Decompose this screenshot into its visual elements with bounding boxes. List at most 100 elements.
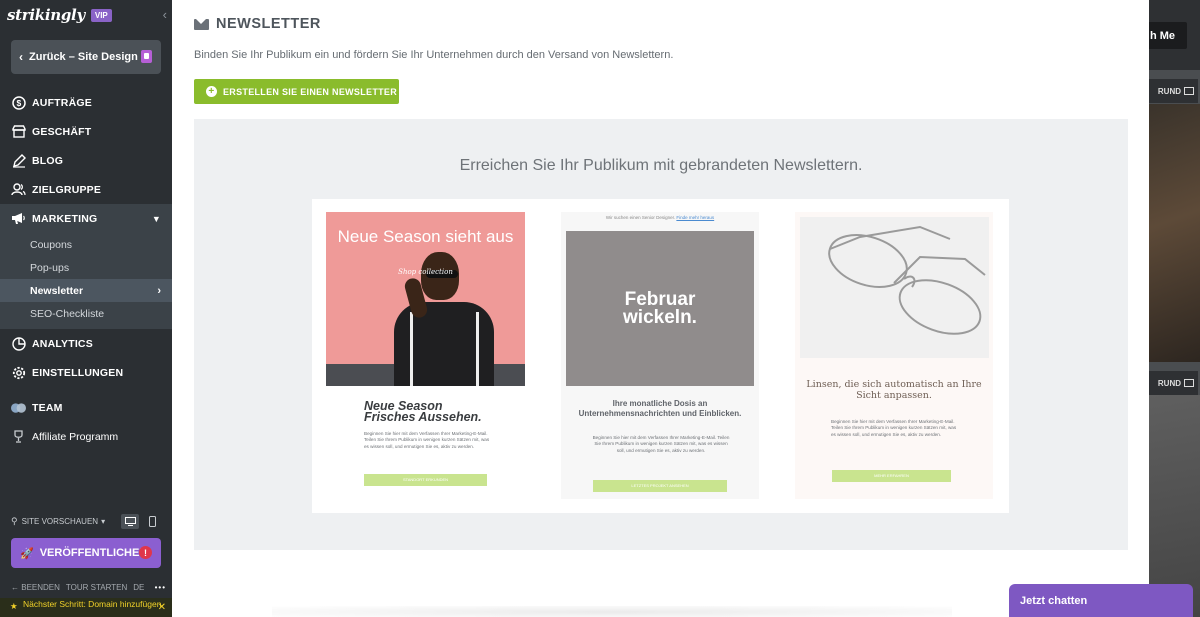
next-step-text: Nächster Schritt: Domain hinzufügen [23,599,162,609]
newsletter-template-fashion: Neue Season sieht aus Shop collection Ne… [326,212,525,499]
hero-subline: Shop collection [398,268,453,276]
sidebar-item-label: MARKETING [32,212,98,225]
panel-header: NEWSLETTER [194,16,321,32]
image-icon [1184,379,1194,387]
star-icon: ★ [10,601,18,611]
card-button: MEHR ERFAHREN [832,470,951,482]
card-title: Ihre monatliche Dosis an Unternehmensnac… [578,399,742,418]
card-button: STANDORT ERKUNDEN [364,474,487,486]
card-title: Linsen, die sich automatisch an Ihre Sic… [806,379,982,401]
sidebar-item-einstellungen[interactable]: EINSTELLUNGEN [0,358,172,387]
panel-description: Binden Sie Ihr Publikum ein und fördern … [194,49,674,61]
background-edit-tag[interactable]: RUND [1149,371,1198,395]
card-body-text: Beginnen Sie hier mit dem Verfassen Ihre… [592,435,730,453]
back-to-site-design-button[interactable]: ‹ Zurück – Site Design [11,40,161,74]
svg-text:$: $ [16,98,21,108]
sidebar-item-label: GESCHÄFT [32,125,92,138]
team-icon [11,400,26,415]
exit-link[interactable]: ← BEENDEN [11,583,60,592]
sidebar-item-analytics[interactable]: ANALYTICS [0,329,172,358]
newsletter-template-monthly: Wir suchen einen Senior Designer. Finde … [561,212,759,499]
sidebar-item-geschaeft[interactable]: GESCHÄFT [0,117,172,146]
language-link[interactable]: DE [133,583,144,592]
sidebar-item-label: BLOG [32,154,64,167]
exit-label: BEENDEN [21,583,60,592]
chevron-down-icon: ▼ [151,213,161,224]
sidebar-item-label: AUFTRÄGE [32,96,92,109]
vip-badge: VIP [90,8,112,22]
sidebar-subitem-seo-checkliste[interactable]: SEO-Checkliste [0,302,172,325]
sidebar-item-marketing[interactable]: MARKETING ▼ [0,204,172,233]
newsletter-template-glasses: Linsen, die sich automatisch an Ihre Sic… [795,212,993,499]
site-preview-background: h Me RUND RUND [1139,0,1200,617]
create-newsletter-button[interactable]: + ERSTELLEN SIE EINEN NEWSLETTER [194,79,399,104]
sidebar-footer: ← BEENDEN TOUR STARTEN DE ••• [11,583,166,592]
card-title: Neue Season Frisches Aussehen. [364,400,482,424]
glasses-image [800,217,989,358]
sidebar-item-affiliate[interactable]: Affiliate Programm [0,422,172,451]
card-body-text: Beginnen Sie hier mit dem Verfassen Ihre… [831,419,957,437]
sidebar-item-team[interactable]: TEAM [0,393,172,422]
megaphone-icon [11,211,26,226]
top-bar-link: Finde mehr heraus [676,215,715,220]
collapse-sidebar-icon[interactable]: ‹ [163,7,167,22]
bottom-shadow [272,606,952,617]
sidebar-nav: $ AUFTRÄGE GESCHÄFT BLOG ZIELGRUPPE MARK… [0,88,172,451]
chat-widget-button[interactable]: Jetzt chatten [1009,584,1193,617]
card-top-bar: Wir suchen einen Senior Designer. Finde … [561,212,759,224]
close-icon[interactable]: ✕ [158,603,166,613]
card-body-text: Beginnen Sie hier mit dem Verfassen Ihre… [364,431,490,449]
sidebar-subitem-coupons[interactable]: Coupons [0,233,172,256]
sidebar-item-label: Affiliate Programm [32,430,119,443]
next-step-banner[interactable]: ★ Nächster Schritt: Domain hinzufügen ✕ [0,598,172,617]
sidebar-item-zielgruppe[interactable]: ZIELGRUPPE [0,175,172,204]
sidebar-item-blog[interactable]: BLOG [0,146,172,175]
publish-button[interactable]: 🚀 VERÖFFENTLICHEN ! [11,538,161,568]
more-icon[interactable]: ••• [155,583,166,592]
strikingly-logo[interactable]: strikingly [7,6,85,24]
mobile-icon[interactable] [143,514,161,529]
site-background-image [1149,104,1200,362]
sidebar-item-auftraege[interactable]: $ AUFTRÄGE [0,88,172,117]
chat-label: Jetzt chatten [1020,594,1088,607]
rocket-icon: 🚀 [20,547,34,560]
chevron-right-icon: › [157,284,161,297]
sidebar-item-label: EINSTELLUNGEN [32,366,124,379]
envelope-icon [194,18,209,30]
paint-bucket-icon [141,50,152,63]
card-title-line: Frisches Aussehen. [364,410,482,424]
store-icon [11,124,26,139]
background-tag-label: RUND [1157,86,1181,96]
back-button-label: Zurück – Site Design [29,51,138,63]
sub-item-label: Coupons [30,238,73,251]
preview-label: SITE VORSCHAUEN [21,516,99,526]
search-icon: ⚲ [11,515,18,526]
site-preview-control[interactable]: ⚲ SITE VORSCHAUEN ▾ [11,512,161,530]
newsletter-panel: NEWSLETTER Binden Sie Ihr Publikum ein u… [172,0,1149,617]
caret-down-icon: ▾ [101,516,106,526]
sub-item-label: Pop-ups [30,261,70,274]
pen-icon [11,153,26,168]
newsletter-previews: Neue Season sieht aus Shop collection Ne… [312,199,1009,513]
sidebar-item-label: ANALYTICS [32,337,93,350]
brand: strikingly VIP [0,0,172,30]
image-icon [1184,87,1194,95]
hero-headline-line: wickeln. [623,307,697,328]
grey-hero-block: Februar wickeln. [566,231,754,386]
background-edit-tag[interactable]: RUND [1149,79,1198,103]
sub-item-label: Newsletter [30,284,84,297]
tour-link[interactable]: TOUR STARTEN [66,583,127,592]
plus-circle-icon: + [206,86,217,97]
card-button: LETZTES PROJEKT ANSEHEN [593,480,727,492]
sleeve-stripe [476,312,479,386]
gear-icon [11,365,26,380]
fashion-hero-image: Neue Season sieht aus Shop collection [326,212,525,386]
background-tag-label: RUND [1157,378,1181,388]
alert-icon: ! [139,546,152,559]
promo-section: Erreichen Sie Ihr Publikum mit gebrandet… [194,119,1128,550]
publish-label: VERÖFFENTLICHEN [39,547,148,559]
sidebar-subitem-popups[interactable]: Pop-ups [0,256,172,279]
sidebar-subitem-newsletter[interactable]: Newsletter › [0,279,172,302]
hero-headline: Februar wickeln. [566,290,754,328]
desktop-icon[interactable] [121,513,139,529]
